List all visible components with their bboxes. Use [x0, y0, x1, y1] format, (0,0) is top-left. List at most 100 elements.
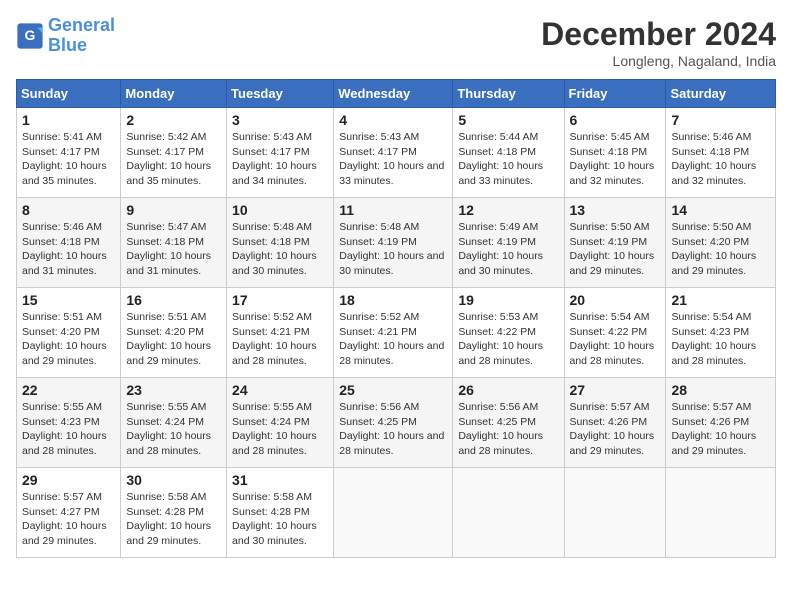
day-number: 13 [570, 202, 661, 218]
cell-content: Sunrise: 5:54 AMSunset: 4:22 PMDaylight:… [570, 311, 655, 367]
day-number: 18 [339, 292, 447, 308]
day-cell: 20 Sunrise: 5:54 AMSunset: 4:22 PMDaylig… [564, 288, 666, 378]
logo-icon: G [16, 22, 44, 50]
svg-text:G: G [25, 27, 36, 43]
day-number: 27 [570, 382, 661, 398]
day-number: 29 [22, 472, 115, 488]
day-header-thursday: Thursday [453, 80, 564, 108]
week-row-3: 15 Sunrise: 5:51 AMSunset: 4:20 PMDaylig… [17, 288, 776, 378]
cell-content: Sunrise: 5:50 AMSunset: 4:20 PMDaylight:… [671, 221, 756, 277]
day-cell: 15 Sunrise: 5:51 AMSunset: 4:20 PMDaylig… [17, 288, 121, 378]
day-number: 23 [126, 382, 221, 398]
day-number: 31 [232, 472, 328, 488]
title-block: December 2024 Longleng, Nagaland, India [541, 16, 776, 69]
cell-content: Sunrise: 5:53 AMSunset: 4:22 PMDaylight:… [458, 311, 543, 367]
day-cell: 14 Sunrise: 5:50 AMSunset: 4:20 PMDaylig… [666, 198, 776, 288]
day-number: 12 [458, 202, 558, 218]
header-row: SundayMondayTuesdayWednesdayThursdayFrid… [17, 80, 776, 108]
day-cell: 22 Sunrise: 5:55 AMSunset: 4:23 PMDaylig… [17, 378, 121, 468]
day-number: 7 [671, 112, 770, 128]
day-number: 26 [458, 382, 558, 398]
day-number: 21 [671, 292, 770, 308]
day-cell: 21 Sunrise: 5:54 AMSunset: 4:23 PMDaylig… [666, 288, 776, 378]
cell-content: Sunrise: 5:43 AMSunset: 4:17 PMDaylight:… [339, 131, 444, 187]
cell-content: Sunrise: 5:41 AMSunset: 4:17 PMDaylight:… [22, 131, 107, 187]
day-number: 19 [458, 292, 558, 308]
day-number: 11 [339, 202, 447, 218]
day-cell: 26 Sunrise: 5:56 AMSunset: 4:25 PMDaylig… [453, 378, 564, 468]
week-row-5: 29 Sunrise: 5:57 AMSunset: 4:27 PMDaylig… [17, 468, 776, 558]
day-cell: 2 Sunrise: 5:42 AMSunset: 4:17 PMDayligh… [121, 108, 227, 198]
week-row-1: 1 Sunrise: 5:41 AMSunset: 4:17 PMDayligh… [17, 108, 776, 198]
day-cell: 13 Sunrise: 5:50 AMSunset: 4:19 PMDaylig… [564, 198, 666, 288]
day-number: 1 [22, 112, 115, 128]
day-cell: 5 Sunrise: 5:44 AMSunset: 4:18 PMDayligh… [453, 108, 564, 198]
day-cell: 7 Sunrise: 5:46 AMSunset: 4:18 PMDayligh… [666, 108, 776, 198]
day-cell [334, 468, 453, 558]
day-cell: 3 Sunrise: 5:43 AMSunset: 4:17 PMDayligh… [227, 108, 334, 198]
cell-content: Sunrise: 5:57 AMSunset: 4:27 PMDaylight:… [22, 491, 107, 547]
cell-content: Sunrise: 5:58 AMSunset: 4:28 PMDaylight:… [126, 491, 211, 547]
day-cell: 18 Sunrise: 5:52 AMSunset: 4:21 PMDaylig… [334, 288, 453, 378]
day-cell: 17 Sunrise: 5:52 AMSunset: 4:21 PMDaylig… [227, 288, 334, 378]
calendar-table: SundayMondayTuesdayWednesdayThursdayFrid… [16, 79, 776, 558]
month-title: December 2024 [541, 16, 776, 53]
day-number: 8 [22, 202, 115, 218]
day-number: 9 [126, 202, 221, 218]
day-number: 16 [126, 292, 221, 308]
cell-content: Sunrise: 5:51 AMSunset: 4:20 PMDaylight:… [126, 311, 211, 367]
cell-content: Sunrise: 5:57 AMSunset: 4:26 PMDaylight:… [671, 401, 756, 457]
day-header-sunday: Sunday [17, 80, 121, 108]
day-cell: 12 Sunrise: 5:49 AMSunset: 4:19 PMDaylig… [453, 198, 564, 288]
day-cell: 19 Sunrise: 5:53 AMSunset: 4:22 PMDaylig… [453, 288, 564, 378]
day-cell: 30 Sunrise: 5:58 AMSunset: 4:28 PMDaylig… [121, 468, 227, 558]
cell-content: Sunrise: 5:52 AMSunset: 4:21 PMDaylight:… [339, 311, 444, 367]
day-number: 6 [570, 112, 661, 128]
cell-content: Sunrise: 5:48 AMSunset: 4:18 PMDaylight:… [232, 221, 317, 277]
day-cell [453, 468, 564, 558]
cell-content: Sunrise: 5:56 AMSunset: 4:25 PMDaylight:… [458, 401, 543, 457]
day-cell: 11 Sunrise: 5:48 AMSunset: 4:19 PMDaylig… [334, 198, 453, 288]
day-number: 4 [339, 112, 447, 128]
week-row-4: 22 Sunrise: 5:55 AMSunset: 4:23 PMDaylig… [17, 378, 776, 468]
day-number: 5 [458, 112, 558, 128]
day-number: 22 [22, 382, 115, 398]
cell-content: Sunrise: 5:47 AMSunset: 4:18 PMDaylight:… [126, 221, 211, 277]
day-cell: 23 Sunrise: 5:55 AMSunset: 4:24 PMDaylig… [121, 378, 227, 468]
day-cell: 6 Sunrise: 5:45 AMSunset: 4:18 PMDayligh… [564, 108, 666, 198]
cell-content: Sunrise: 5:58 AMSunset: 4:28 PMDaylight:… [232, 491, 317, 547]
day-header-tuesday: Tuesday [227, 80, 334, 108]
day-number: 3 [232, 112, 328, 128]
day-number: 15 [22, 292, 115, 308]
cell-content: Sunrise: 5:49 AMSunset: 4:19 PMDaylight:… [458, 221, 543, 277]
cell-content: Sunrise: 5:42 AMSunset: 4:17 PMDaylight:… [126, 131, 211, 187]
cell-content: Sunrise: 5:43 AMSunset: 4:17 PMDaylight:… [232, 131, 317, 187]
day-number: 2 [126, 112, 221, 128]
cell-content: Sunrise: 5:44 AMSunset: 4:18 PMDaylight:… [458, 131, 543, 187]
day-header-saturday: Saturday [666, 80, 776, 108]
day-cell: 31 Sunrise: 5:58 AMSunset: 4:28 PMDaylig… [227, 468, 334, 558]
week-row-2: 8 Sunrise: 5:46 AMSunset: 4:18 PMDayligh… [17, 198, 776, 288]
day-cell: 27 Sunrise: 5:57 AMSunset: 4:26 PMDaylig… [564, 378, 666, 468]
cell-content: Sunrise: 5:50 AMSunset: 4:19 PMDaylight:… [570, 221, 655, 277]
day-number: 24 [232, 382, 328, 398]
cell-content: Sunrise: 5:48 AMSunset: 4:19 PMDaylight:… [339, 221, 444, 277]
day-cell: 4 Sunrise: 5:43 AMSunset: 4:17 PMDayligh… [334, 108, 453, 198]
day-cell: 25 Sunrise: 5:56 AMSunset: 4:25 PMDaylig… [334, 378, 453, 468]
day-cell: 10 Sunrise: 5:48 AMSunset: 4:18 PMDaylig… [227, 198, 334, 288]
cell-content: Sunrise: 5:55 AMSunset: 4:24 PMDaylight:… [126, 401, 211, 457]
day-cell: 16 Sunrise: 5:51 AMSunset: 4:20 PMDaylig… [121, 288, 227, 378]
cell-content: Sunrise: 5:51 AMSunset: 4:20 PMDaylight:… [22, 311, 107, 367]
cell-content: Sunrise: 5:56 AMSunset: 4:25 PMDaylight:… [339, 401, 444, 457]
day-cell [564, 468, 666, 558]
day-cell: 8 Sunrise: 5:46 AMSunset: 4:18 PMDayligh… [17, 198, 121, 288]
day-number: 20 [570, 292, 661, 308]
day-cell [666, 468, 776, 558]
day-header-monday: Monday [121, 80, 227, 108]
day-number: 14 [671, 202, 770, 218]
cell-content: Sunrise: 5:55 AMSunset: 4:23 PMDaylight:… [22, 401, 107, 457]
cell-content: Sunrise: 5:46 AMSunset: 4:18 PMDaylight:… [22, 221, 107, 277]
day-number: 17 [232, 292, 328, 308]
day-cell: 28 Sunrise: 5:57 AMSunset: 4:26 PMDaylig… [666, 378, 776, 468]
day-number: 10 [232, 202, 328, 218]
